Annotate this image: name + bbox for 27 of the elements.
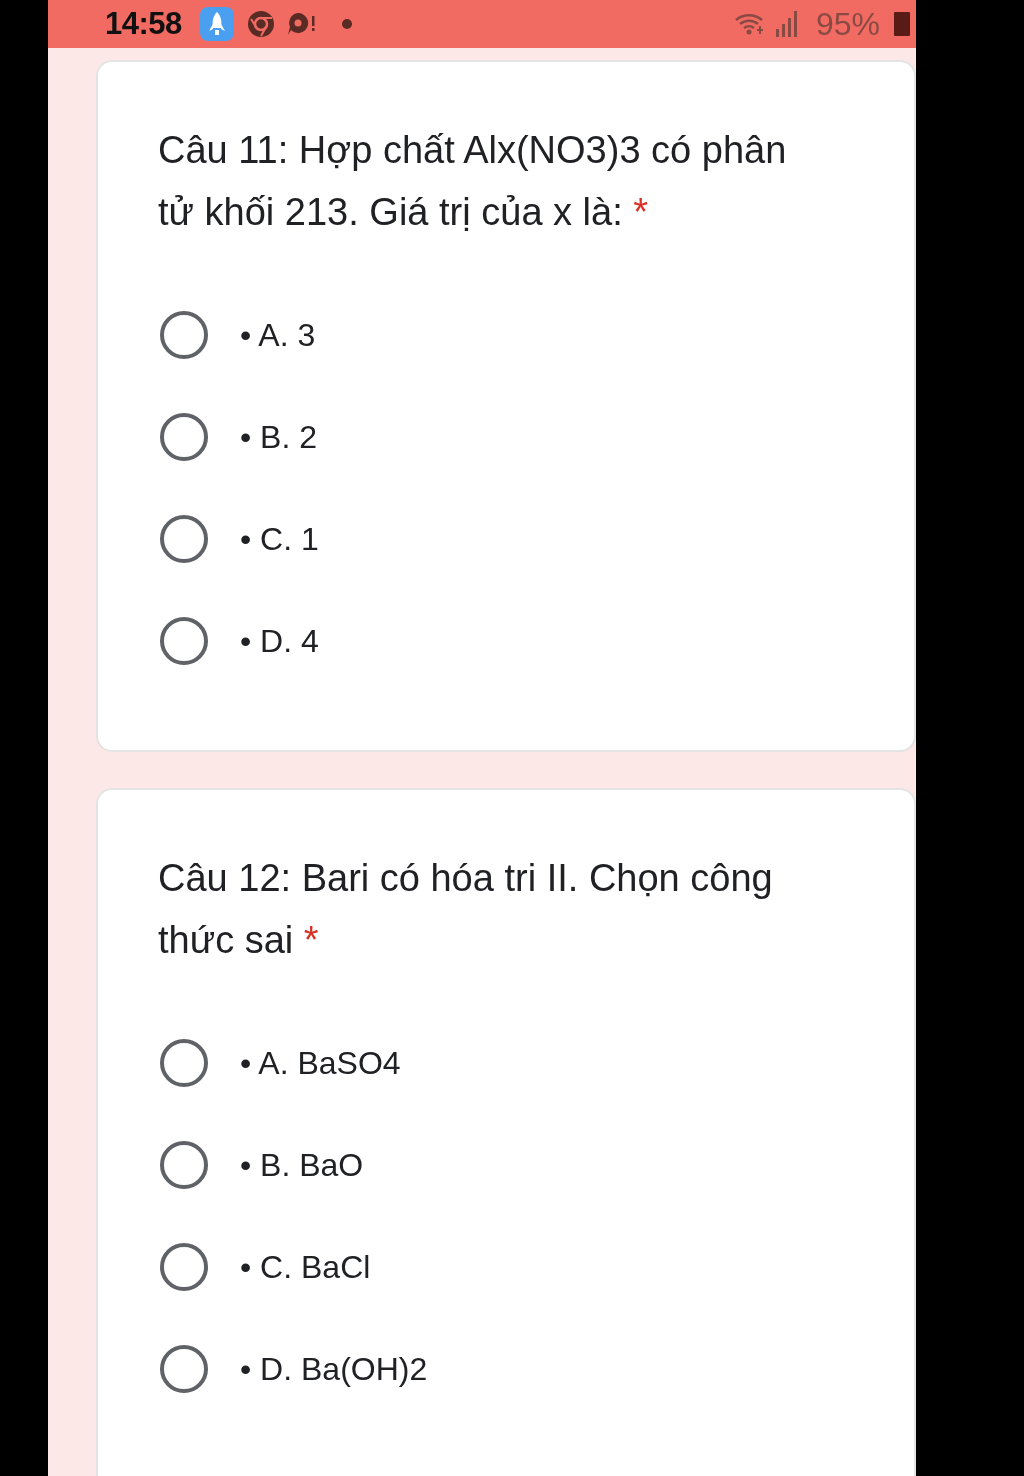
question-title: Câu 11: Hợp chất Alx(NO3)3 có phân tử khối 213. Giá trị của x là: * bbox=[158, 128, 788, 235]
option-label: • C. 1 bbox=[240, 520, 319, 558]
option-label: • A. 3 bbox=[240, 316, 316, 354]
option-label: • C. BaCl bbox=[240, 1248, 371, 1286]
option-label: • B. 2 bbox=[240, 418, 317, 456]
radio-button[interactable] bbox=[160, 413, 208, 461]
circle-logo-icon bbox=[247, 11, 274, 37]
signal-icon bbox=[775, 11, 798, 37]
rocket-app-icon bbox=[199, 7, 234, 41]
option-label: • D. Ba(OH)2 bbox=[240, 1350, 428, 1388]
dot-icon bbox=[341, 19, 352, 29]
option-label: • D. 4 bbox=[240, 622, 319, 660]
option-label: • B. BaO bbox=[240, 1146, 364, 1184]
radio-button[interactable] bbox=[160, 1243, 208, 1291]
wifi-icon bbox=[733, 12, 766, 36]
clock-text: 14:58 bbox=[105, 6, 182, 42]
radio-button[interactable] bbox=[160, 617, 208, 665]
question-title: Câu 12: Bari có hóa tri II. Chọn công thức sai * bbox=[158, 856, 774, 963]
radio-button[interactable] bbox=[160, 311, 208, 359]
radio-button[interactable] bbox=[160, 1141, 208, 1189]
battery-percent: 95% bbox=[815, 5, 880, 43]
radio-button[interactable] bbox=[160, 1345, 208, 1393]
chat-bubble-icon bbox=[285, 11, 316, 37]
radio-button[interactable] bbox=[160, 1039, 208, 1087]
battery-icon bbox=[894, 12, 910, 36]
option-label: • A. BaSO4 bbox=[240, 1044, 401, 1082]
radio-button[interactable] bbox=[160, 515, 208, 563]
